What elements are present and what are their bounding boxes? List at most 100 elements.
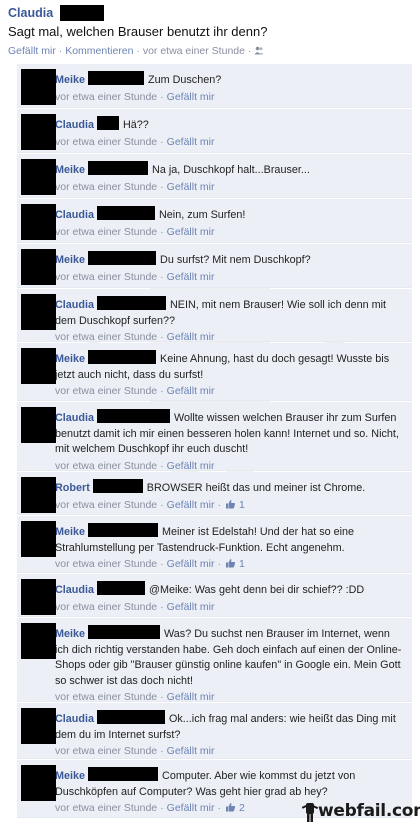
comment-author[interactable]: Meike: [55, 254, 85, 266]
comment-body: Meike Was? Du suchst nen Brauser im Inter…: [55, 618, 412, 705]
comment-author[interactable]: Claudia: [55, 209, 94, 221]
comment-meta: vor etwa einer Stunde · Gefällt mir: [55, 180, 404, 195]
comment-like-link[interactable]: Gefällt mir: [167, 460, 215, 472]
comment-avatar[interactable]: [21, 294, 56, 330]
comment-avatar[interactable]: [21, 204, 56, 240]
comment-author[interactable]: Robert: [55, 482, 90, 494]
comment-item: Meike Du surfst? Mit nem Duschkopf? vor et…: [17, 244, 412, 288]
meta-separator: ·: [160, 802, 164, 814]
comment-avatar[interactable]: [21, 348, 56, 384]
comment-like-link[interactable]: Gefällt mir: [167, 331, 215, 343]
post-like-link[interactable]: Gefällt mir: [8, 45, 56, 57]
comment-timestamp[interactable]: vor etwa einer Stunde: [55, 499, 157, 511]
redacted-surname: [97, 581, 145, 595]
comment-author[interactable]: Claudia: [55, 584, 94, 596]
comment-like-link[interactable]: Gefällt mir: [167, 691, 215, 703]
webfail-logo-text: webfail.com: [318, 801, 420, 821]
comment-avatar[interactable]: [21, 623, 56, 659]
comment-timestamp[interactable]: vor etwa einer Stunde: [55, 691, 157, 703]
comment-timestamp[interactable]: vor etwa einer Stunde: [55, 385, 157, 397]
comment-avatar[interactable]: [21, 69, 56, 105]
comment-like-link[interactable]: Gefällt mir: [167, 271, 215, 283]
comment-avatar[interactable]: [21, 159, 56, 195]
comment-like-link[interactable]: Gefällt mir: [167, 385, 215, 397]
comment-like-link[interactable]: Gefällt mir: [167, 601, 215, 613]
comment-avatar[interactable]: [21, 579, 56, 615]
post-author-name[interactable]: Claudia: [8, 6, 53, 20]
comment-timestamp[interactable]: vor etwa einer Stunde: [55, 226, 157, 238]
comment-avatar[interactable]: [21, 477, 56, 513]
thumbs-up-icon[interactable]: [225, 802, 236, 812]
comment-body: Meike Zum Duschen? vor etwa einer Stunde · G…: [55, 64, 412, 105]
comment-like-link[interactable]: Gefällt mir: [167, 181, 215, 193]
thumbs-up-icon[interactable]: [225, 499, 236, 509]
comment-timestamp[interactable]: vor etwa einer Stunde: [55, 601, 157, 613]
comment-timestamp[interactable]: vor etwa einer Stunde: [55, 181, 157, 193]
comment-meta: vor etwa einer Stunde · Gefällt mir: [55, 600, 404, 615]
comment-item: Robert BROWSER heißt das und meiner ist C…: [17, 472, 412, 515]
comment-author[interactable]: Meike: [55, 74, 85, 86]
comment-meta: vor etwa einer Stunde · Gefällt mir: [55, 90, 404, 105]
comment-body: Claudia Nein, zum Surfen! vor etwa einer S…: [55, 199, 412, 240]
comment-author[interactable]: Meike: [55, 770, 85, 782]
comment-timestamp[interactable]: vor etwa einer Stunde: [55, 745, 157, 757]
comment-timestamp[interactable]: vor etwa einer Stunde: [55, 136, 157, 148]
comment-avatar[interactable]: [21, 708, 56, 744]
redacted-surname: [92, 479, 143, 493]
like-count[interactable]: 1: [239, 558, 245, 570]
comment-timestamp[interactable]: vor etwa einer Stunde: [55, 802, 157, 814]
post-comment-link[interactable]: Kommentieren: [65, 45, 133, 57]
comment-avatar[interactable]: [21, 114, 56, 150]
comment-avatar[interactable]: [21, 249, 56, 285]
comment-author[interactable]: Claudia: [55, 713, 94, 725]
comment-like-link[interactable]: Gefällt mir: [167, 745, 215, 757]
comment-author[interactable]: Meike: [55, 164, 85, 176]
thumbs-up-icon[interactable]: [225, 558, 236, 568]
comment-author[interactable]: Meike: [55, 526, 85, 538]
comment-like-link[interactable]: Gefällt mir: [167, 499, 215, 511]
like-count[interactable]: 1: [239, 499, 245, 511]
comment-item: Meike Was? Du suchst nen Brauser im Inter…: [17, 618, 412, 705]
comment-author[interactable]: Claudia: [55, 299, 94, 311]
meta-separator: ·: [160, 459, 164, 472]
comment-text: Hä??: [123, 119, 149, 131]
redacted-surname: [88, 767, 159, 781]
like-count[interactable]: 2: [239, 802, 245, 814]
comment-author[interactable]: Meike: [55, 628, 85, 640]
comment-timestamp[interactable]: vor etwa einer Stunde: [55, 331, 157, 343]
comment-like-link[interactable]: Gefällt mir: [167, 802, 215, 814]
comment-author[interactable]: Meike: [55, 353, 85, 365]
comment-author[interactable]: Claudia: [55, 119, 94, 131]
comment-body: Meike Keine Ahnung, hast du doch gesagt! …: [55, 343, 412, 399]
comment-body: Robert BROWSER heißt das und meiner ist C…: [55, 472, 412, 513]
meta-separator: ·: [217, 558, 222, 570]
webfail-logo: webfail.com: [302, 798, 420, 828]
friends-icon[interactable]: [254, 46, 264, 55]
comment-avatar[interactable]: [21, 521, 56, 557]
comment-timestamp[interactable]: vor etwa einer Stunde: [55, 558, 157, 570]
comment-avatar[interactable]: [21, 765, 56, 801]
redacted-surname: [97, 710, 165, 724]
comment-avatar[interactable]: [21, 407, 56, 443]
redacted-surname: [88, 523, 159, 537]
comment-like-link[interactable]: Gefällt mir: [167, 91, 215, 103]
comment-like-link[interactable]: Gefällt mir: [167, 558, 215, 570]
comment-like-link[interactable]: Gefällt mir: [167, 136, 215, 148]
comment-text: @Meike: Was geht denn bei dir schief?? :…: [149, 584, 365, 596]
meta-separator: ·: [58, 45, 63, 57]
comment-text: Nein, zum Surfen!: [159, 209, 246, 221]
comment-item: Meike Na ja, Duschkopf halt...Brauser... v…: [17, 154, 412, 198]
comment-item: Claudia Nein, zum Surfen! vor etwa einer S…: [17, 199, 412, 243]
post-timestamp[interactable]: vor etwa einer Stunde: [143, 45, 245, 57]
comment-timestamp[interactable]: vor etwa einer Stunde: [55, 460, 157, 472]
comment-item: Claudia NEIN, mit nem Brauser! Wie soll i…: [17, 289, 412, 343]
comment-meta: vor etwa einer Stunde · Gefällt mir · 1: [55, 498, 404, 513]
comment-timestamp[interactable]: vor etwa einer Stunde: [55, 91, 157, 103]
comment-like-link[interactable]: Gefällt mir: [167, 226, 215, 238]
meta-separator: ·: [247, 45, 252, 57]
comment-body: Claudia Wollte wissen welchen Brauser ihr…: [55, 402, 412, 474]
redacted-surname: [88, 625, 161, 639]
comment-timestamp[interactable]: vor etwa einer Stunde: [55, 271, 157, 283]
comment-author[interactable]: Claudia: [55, 412, 94, 424]
comment-meta: vor etwa einer Stunde · Gefällt mir: [55, 135, 404, 150]
